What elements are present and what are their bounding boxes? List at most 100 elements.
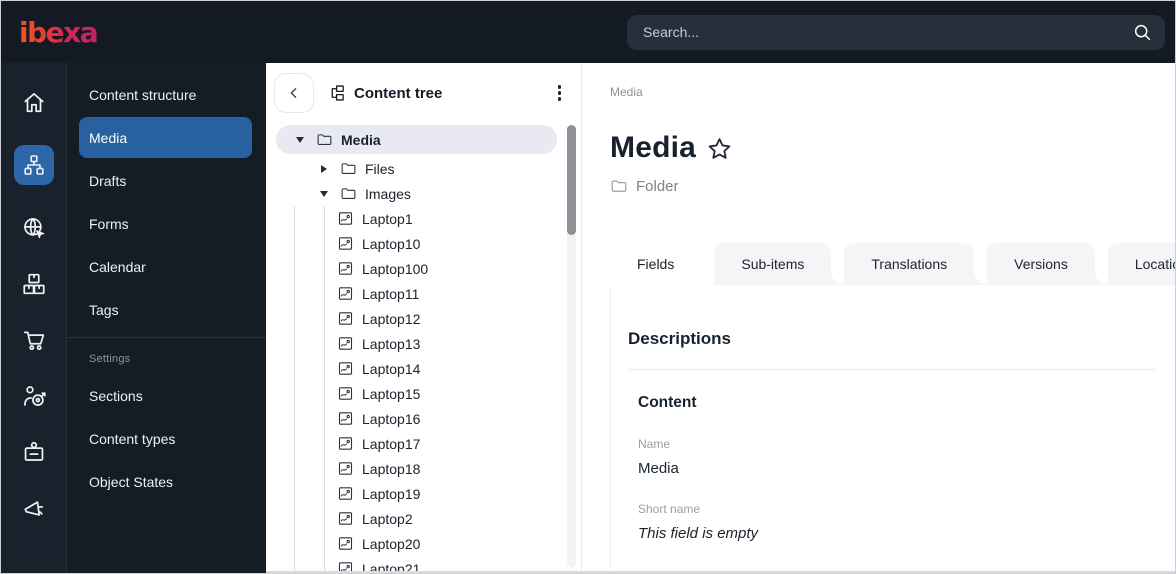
image-icon — [337, 435, 354, 452]
sidebar-item[interactable]: Content types — [67, 417, 266, 460]
tab[interactable]: Locations — [1107, 243, 1175, 285]
tree-row[interactable]: Laptop16 — [276, 406, 557, 431]
sidebar-item[interactable]: Media — [79, 117, 252, 158]
image-icon — [337, 210, 354, 227]
content-tree-title: Content tree — [354, 84, 443, 102]
personalization-target-icon[interactable] — [21, 383, 47, 409]
tab-label: Translations — [871, 256, 948, 272]
tab-label: Locations — [1134, 256, 1175, 272]
tree-row[interactable]: Laptop13 — [276, 331, 557, 356]
tree-row[interactable]: Laptop15 — [276, 381, 557, 406]
tree-row[interactable]: Files — [276, 156, 557, 181]
tree-row[interactable]: Laptop12 — [276, 306, 557, 331]
main-panel: Media Media Folder Fields Sub-items Tran… — [582, 63, 1175, 571]
sidebar-item-label: Tags — [89, 301, 119, 318]
tree-scrollbar-track[interactable] — [567, 125, 576, 568]
content-structure-icon[interactable] — [13, 145, 54, 185]
sidebar-item[interactable]: Object States — [67, 460, 266, 503]
sidebar-item[interactable]: Tags — [67, 288, 266, 331]
tree-row[interactable]: Laptop11 — [276, 281, 557, 306]
site-globe-icon[interactable] — [21, 215, 47, 241]
folder-icon — [316, 131, 333, 148]
image-icon — [337, 485, 354, 502]
breadcrumb[interactable]: Media — [610, 85, 1175, 99]
tree-item-label: Laptop1 — [362, 210, 413, 227]
collapse-tree-button[interactable] — [274, 73, 314, 113]
search-icon[interactable] — [1132, 22, 1153, 43]
tree-row[interactable]: Images — [276, 181, 557, 206]
sidebar-item[interactable]: Forms — [67, 202, 266, 245]
sidebar-item-label: Media — [89, 129, 128, 146]
sidebar-item[interactable]: Sections — [67, 374, 266, 417]
sidebar-item[interactable]: Calendar — [67, 245, 266, 288]
tree-row[interactable]: Laptop20 — [276, 531, 557, 556]
tree-row[interactable]: Laptop100 — [276, 256, 557, 281]
image-icon — [337, 310, 354, 327]
product-catalog-icon[interactable] — [21, 271, 47, 297]
field: Short name This field is empty — [638, 502, 1155, 542]
tree-caret-icon[interactable] — [320, 190, 328, 197]
image-icon — [337, 260, 354, 277]
tree-row[interactable]: Media — [276, 125, 557, 154]
fields-panel: Descriptions Content Name Media Short na… — [610, 285, 1175, 571]
topbar: ibexa — [1, 1, 1175, 63]
sidebar-item-label: Object States — [89, 473, 174, 490]
tree-row[interactable]: Laptop14 — [276, 356, 557, 381]
image-icon — [337, 285, 354, 302]
tree-item-label: Laptop13 — [362, 335, 421, 352]
field-list: Name Media Short name This field is empt… — [638, 437, 1155, 542]
app-body: Content structure Media Drafts Forms Cal… — [1, 63, 1175, 573]
image-icon — [337, 360, 354, 377]
content-type-row: Folder — [610, 177, 1175, 195]
chevron-left-icon — [290, 88, 297, 98]
tab[interactable]: Fields — [610, 243, 714, 285]
content-tree: Media Files Images Laptop1 Laptop10 Lapt… — [266, 125, 581, 571]
global-search — [627, 14, 1165, 50]
main-nav-rail — [1, 63, 67, 573]
tree-row[interactable]: Laptop21 — [276, 556, 557, 571]
tree-caret-icon[interactable] — [296, 136, 304, 143]
tab[interactable]: Translations — [844, 243, 986, 285]
tab-label: Versions — [1014, 256, 1068, 272]
section-title: Descriptions — [628, 329, 731, 348]
tree-row[interactable]: Laptop2 — [276, 506, 557, 531]
content-type-label: Folder — [636, 177, 679, 195]
megaphone-icon[interactable] — [21, 495, 47, 521]
sidebar-item[interactable]: Drafts — [67, 159, 266, 202]
sidebar-settings-heading: Settings — [89, 353, 131, 365]
tree-caret-icon[interactable] — [321, 164, 327, 173]
bookmark-star-icon[interactable] — [706, 136, 733, 163]
folder-icon — [340, 160, 357, 177]
sidebar-settings-items: Sections Content types Object States — [67, 374, 266, 503]
sidebar-item[interactable]: Content structure — [67, 73, 266, 116]
search-input[interactable] — [643, 24, 1132, 40]
image-icon — [337, 510, 354, 527]
tree-item-label: Laptop20 — [362, 535, 421, 552]
tree-scrollbar-thumb[interactable] — [567, 125, 576, 235]
tree-row[interactable]: Laptop18 — [276, 456, 557, 481]
tab[interactable]: Sub-items — [714, 243, 844, 285]
tree-item-label: Laptop15 — [362, 385, 421, 402]
field-group-title: Content — [638, 394, 697, 411]
tree-item-label: Laptop2 — [362, 510, 413, 527]
folder-icon — [611, 180, 627, 192]
sidebar-item-label: Calendar — [89, 258, 146, 275]
image-icon — [337, 410, 354, 427]
tree-row[interactable]: Laptop19 — [276, 481, 557, 506]
tree-row[interactable]: Laptop17 — [276, 431, 557, 456]
commerce-cart-icon[interactable] — [21, 327, 47, 353]
id-badge-icon[interactable] — [21, 439, 47, 465]
sidebar-divider — [67, 337, 266, 338]
ibexa-logo[interactable]: ibexa — [19, 16, 99, 49]
tree-item-label: Laptop16 — [362, 410, 421, 427]
home-icon[interactable] — [21, 89, 47, 115]
tab[interactable]: Versions — [987, 243, 1107, 285]
field-group: Content Name Media Short name This field… — [628, 394, 1155, 542]
field: Name Media — [638, 437, 1155, 477]
tree-row[interactable]: Laptop1 — [276, 206, 557, 231]
tree-row[interactable]: Laptop10 — [276, 231, 557, 256]
tree-options-kebab-icon[interactable] — [552, 79, 568, 107]
image-icon — [337, 535, 354, 552]
sidebar-item-label: Drafts — [89, 172, 127, 189]
tree-item-label: Images — [365, 185, 411, 202]
